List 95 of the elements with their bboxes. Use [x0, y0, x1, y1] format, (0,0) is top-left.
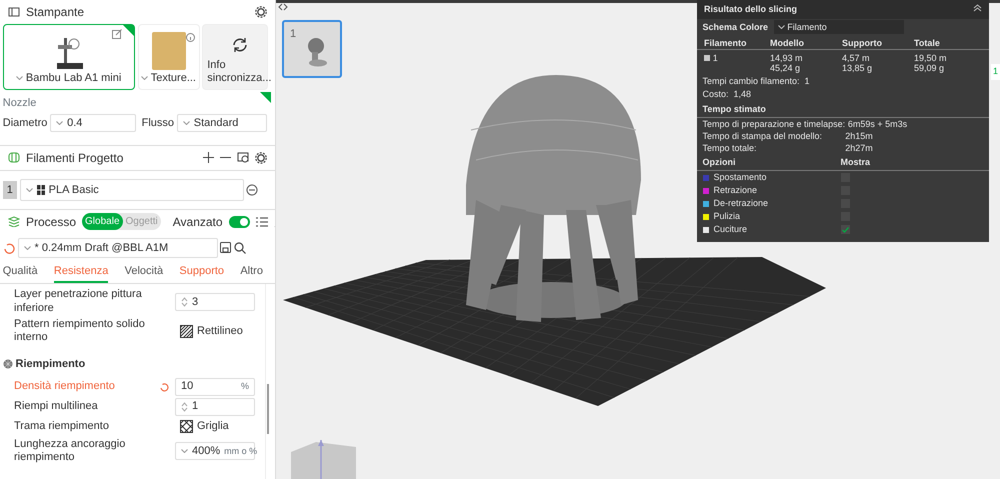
info-icon[interactable] — [186, 33, 194, 42]
side-tag: 1 — [990, 64, 1000, 80]
time-label: Tempo di stampa del modello: — [702, 131, 824, 142]
settings-tab[interactable]: Altro — [240, 262, 263, 284]
setting-label: Riempi multilinea — [14, 400, 99, 414]
reset-icon[interactable] — [2, 242, 15, 254]
field-label: Flusso — [142, 116, 174, 131]
printer-label: Bambu Lab A1 mini — [26, 72, 122, 85]
search-icon[interactable] — [234, 242, 246, 254]
model-drawing[interactable] — [466, 75, 641, 322]
table-cell-text: 13,85 g — [842, 63, 874, 74]
section-title: Processo — [26, 214, 76, 231]
grid-pattern-icon — [180, 420, 193, 433]
spool-icon — [8, 152, 20, 164]
table-cell-text: 59,09 g — [914, 63, 946, 74]
section-title: Stampante — [26, 4, 84, 21]
time-label: Tempo di preparazione e timelapse: — [702, 119, 846, 130]
add-icon[interactable] — [203, 152, 214, 164]
time-value: 2h15m — [845, 131, 873, 142]
field-label: Diametro — [2, 116, 48, 131]
time-label: Tempo totale: — [702, 142, 758, 154]
stepper-icon[interactable] — [181, 402, 188, 412]
plate-texture-block — [152, 32, 186, 70]
color-scheme-dropdown[interactable]: Filamento — [774, 20, 904, 34]
collapse-icon[interactable] — [973, 4, 982, 12]
table-cell-text: 14,93 m — [770, 52, 804, 64]
section-title: Tempo stimato — [702, 104, 766, 114]
settings-icon[interactable] — [255, 6, 267, 18]
legend-label: Spostamento — [714, 172, 768, 184]
collapse-icon[interactable] — [278, 3, 288, 11]
time-value: 6m59s + 5m3s — [848, 119, 908, 130]
legend-label: De-retrazione — [714, 198, 770, 210]
column-header: Modello — [770, 38, 805, 49]
setting-field[interactable]: 1 — [175, 398, 255, 416]
diameter-dropdown[interactable]: 0.4 — [50, 114, 136, 132]
printer-label: Texture... — [150, 72, 196, 85]
column-header: Mostra — [840, 156, 870, 168]
settings-tab[interactable]: Velocità — [124, 262, 164, 284]
setting-label: Lunghezza ancoraggio riempimento — [14, 438, 126, 465]
save-icon[interactable] — [220, 242, 232, 254]
legend-label: Pulizia — [714, 211, 742, 222]
field-label: Schema Colore — [702, 22, 768, 33]
column-header: Opzioni — [702, 156, 736, 168]
printer-card[interactable]: Bambu Lab A1 mini — [2, 24, 135, 90]
legend-label: Cuciture — [714, 224, 748, 236]
preset-dropdown[interactable]: * 0.24mm Draft @BBL A1M — [18, 238, 218, 258]
table-cell-text: 45,24 g — [770, 63, 802, 74]
setting-field[interactable]: 3 — [175, 292, 255, 311]
caret-icon[interactable] — [778, 25, 785, 30]
column-header: Supporto — [842, 38, 883, 49]
check-icon — [842, 226, 848, 233]
table-cell-text: 4,57 m — [842, 52, 871, 64]
plate-number: 1 — [290, 27, 296, 42]
setting-field[interactable]: 400% mm o % — [175, 442, 255, 460]
printer-card[interactable]: Texture... — [138, 24, 200, 90]
filament-number: 1 — [2, 180, 17, 199]
edit-icon[interactable] — [112, 29, 122, 39]
layers-icon — [8, 216, 20, 228]
section-title: Filamenti Progetto — [26, 150, 124, 167]
section-title: Riempimento — [16, 357, 86, 372]
summary-text: Tempi cambio filamento: 1 — [702, 76, 810, 86]
table-cell: 1 — [712, 52, 718, 64]
summary-text: Costo: 1,48 — [702, 88, 752, 99]
setting-label: Layer penetrazione pittura inferiore — [14, 288, 143, 316]
stepper-icon[interactable] — [181, 296, 188, 307]
view-cube-drawing[interactable] — [291, 440, 356, 479]
settings-tab[interactable]: Qualità — [2, 262, 38, 284]
setting-field[interactable]: 10 % — [175, 378, 255, 396]
filament-icon — [36, 184, 45, 195]
reset-icon[interactable] — [159, 382, 169, 392]
toggle-label: Avanzato — [172, 214, 223, 231]
plate-thumbnail[interactable]: 1 — [282, 20, 342, 78]
printer-label: Info sincronizza... — [207, 58, 272, 85]
setting-label: Densità riempimento — [14, 380, 116, 394]
section-label: Nozzle — [2, 96, 36, 109]
printer-card[interactable]: Info sincronizza... — [202, 24, 268, 90]
show-checkbox[interactable] — [840, 225, 850, 234]
column-header: Totale — [914, 38, 941, 49]
setting-label: Pattern riempimento solido interno — [14, 318, 146, 345]
table-cell-text: 19,50 m — [914, 52, 948, 64]
hatch-pattern-icon — [180, 324, 193, 338]
settings-icon[interactable] — [255, 152, 267, 164]
printer-icon — [8, 6, 20, 18]
flow-dropdown[interactable]: Standard — [176, 114, 267, 132]
legend-label: Retrazione — [714, 185, 758, 196]
panel-title: Risultato dello slicing — [704, 4, 798, 15]
infill-icon — [2, 359, 13, 370]
filament-dropdown[interactable]: PLA Basic — [20, 178, 244, 201]
setting-label: Trama riempimento — [14, 420, 110, 434]
scrollbar-thumb[interactable] — [267, 384, 269, 434]
advanced-toggle[interactable] — [228, 216, 250, 228]
remove-icon[interactable] — [246, 184, 258, 196]
list-icon[interactable] — [256, 216, 268, 227]
column-header: Filamento — [704, 38, 748, 49]
time-value: 2h27m — [845, 142, 873, 154]
